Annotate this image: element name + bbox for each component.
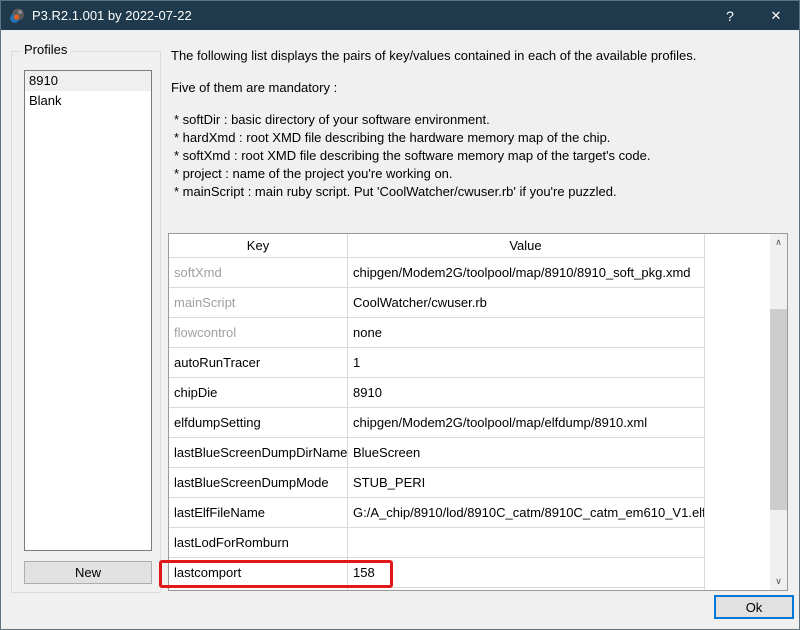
ok-button[interactable]: Ok <box>714 595 794 619</box>
table-row[interactable]: softXmd chipgen/Modem2G/toolpool/map/891… <box>169 258 704 288</box>
scroll-down-icon[interactable]: ∨ <box>770 573 787 590</box>
row-key: autoRunTracer <box>169 348 347 377</box>
column-divider <box>347 234 348 590</box>
row-value[interactable]: 8910 <box>347 378 704 407</box>
row-value[interactable]: 1 <box>347 348 704 377</box>
row-value[interactable]: BlueScreen <box>347 438 704 467</box>
profiles-listbox[interactable]: 8910 Blank <box>24 70 152 551</box>
row-value[interactable]: STUB_PERI <box>347 468 704 497</box>
profiles-groupbox: Profiles 8910 Blank New <box>11 51 161 593</box>
column-header-key: Key <box>169 234 347 257</box>
row-key: elfdumpSetting <box>169 408 347 437</box>
column-divider <box>704 234 705 590</box>
row-key: softXmd <box>169 258 347 287</box>
table-row[interactable]: chipDie 8910 <box>169 378 704 408</box>
table-scrollbar[interactable]: ∧ ∨ <box>770 234 787 590</box>
row-key: mainScript <box>169 288 347 317</box>
key-value-table: Key Value softXmd chipgen/Modem2G/toolpo… <box>168 233 788 591</box>
profile-list-item-8910[interactable]: 8910 <box>25 71 151 91</box>
mandatory-item: * project : name of the project you're w… <box>171 165 791 183</box>
table-row[interactable]: lastBlueScreenDumpMode STUB_PERI <box>169 468 704 498</box>
scroll-up-icon[interactable]: ∧ <box>770 234 787 251</box>
table-row[interactable]: elfdumpSetting chipgen/Modem2G/toolpool/… <box>169 408 704 438</box>
row-value[interactable]: none <box>347 318 704 347</box>
row-key: lastBlueScreenDumpDirName <box>169 438 347 467</box>
table-row[interactable]: mainScript CoolWatcher/cwuser.rb <box>169 288 704 318</box>
row-key: lastBlueScreenDumpMode <box>169 468 347 497</box>
table-row[interactable]: lastBlueScreenDumpDirName BlueScreen <box>169 438 704 468</box>
row-value[interactable]: chipgen/Modem2G/toolpool/map/elfdump/891… <box>347 408 704 437</box>
help-button[interactable]: ? <box>707 1 753 30</box>
scrollbar-thumb[interactable] <box>770 309 787 510</box>
new-profile-button[interactable]: New <box>24 561 152 584</box>
row-key: lastElfFileName <box>169 498 347 527</box>
close-button[interactable]: ✕ <box>753 1 799 30</box>
row-value[interactable]: 158 <box>347 558 704 587</box>
profiles-group-label: Profiles <box>20 42 71 57</box>
row-key: lastLodForRomburn <box>169 528 347 557</box>
table-row[interactable]: lastcomport 158 <box>169 558 704 588</box>
row-key: chipDie <box>169 378 347 407</box>
app-icon <box>8 7 26 25</box>
description-intro: The following list displays the pairs of… <box>171 47 791 65</box>
mandatory-item: * mainScript : main ruby script. Put 'Co… <box>171 183 791 201</box>
mandatory-item: * softDir : basic directory of your soft… <box>171 111 791 129</box>
titlebar: P3.R2.1.001 by 2022-07-22 ? ✕ <box>1 1 799 30</box>
profile-list-item-blank[interactable]: Blank <box>25 91 151 111</box>
window-title: P3.R2.1.001 by 2022-07-22 <box>32 8 707 23</box>
row-value[interactable]: G:/A_chip/8910/lod/8910C_catm/8910C_catm… <box>347 498 704 527</box>
table-row[interactable]: lastElfFileName G:/A_chip/8910/lod/8910C… <box>169 498 704 528</box>
table-row[interactable]: autoRunTracer 1 <box>169 348 704 378</box>
row-value[interactable]: chipgen/Modem2G/toolpool/map/8910/8910_s… <box>347 258 704 287</box>
dialog-window: P3.R2.1.001 by 2022-07-22 ? ✕ Profiles 8… <box>0 0 800 630</box>
description-text: The following list displays the pairs of… <box>171 47 791 201</box>
table-header: Key Value <box>169 234 704 258</box>
table-row[interactable]: lastLodForRomburn <box>169 528 704 558</box>
table-row[interactable]: flowcontrol none <box>169 318 704 348</box>
row-key: lastcomport <box>169 558 347 587</box>
column-header-value: Value <box>347 234 704 257</box>
row-value[interactable] <box>347 528 704 557</box>
mandatory-heading: Five of them are mandatory : <box>171 79 791 97</box>
row-key: flowcontrol <box>169 318 347 347</box>
mandatory-item: * softXmd : root XMD file describing the… <box>171 147 791 165</box>
row-value[interactable]: CoolWatcher/cwuser.rb <box>347 288 704 317</box>
mandatory-item: * hardXmd : root XMD file describing the… <box>171 129 791 147</box>
